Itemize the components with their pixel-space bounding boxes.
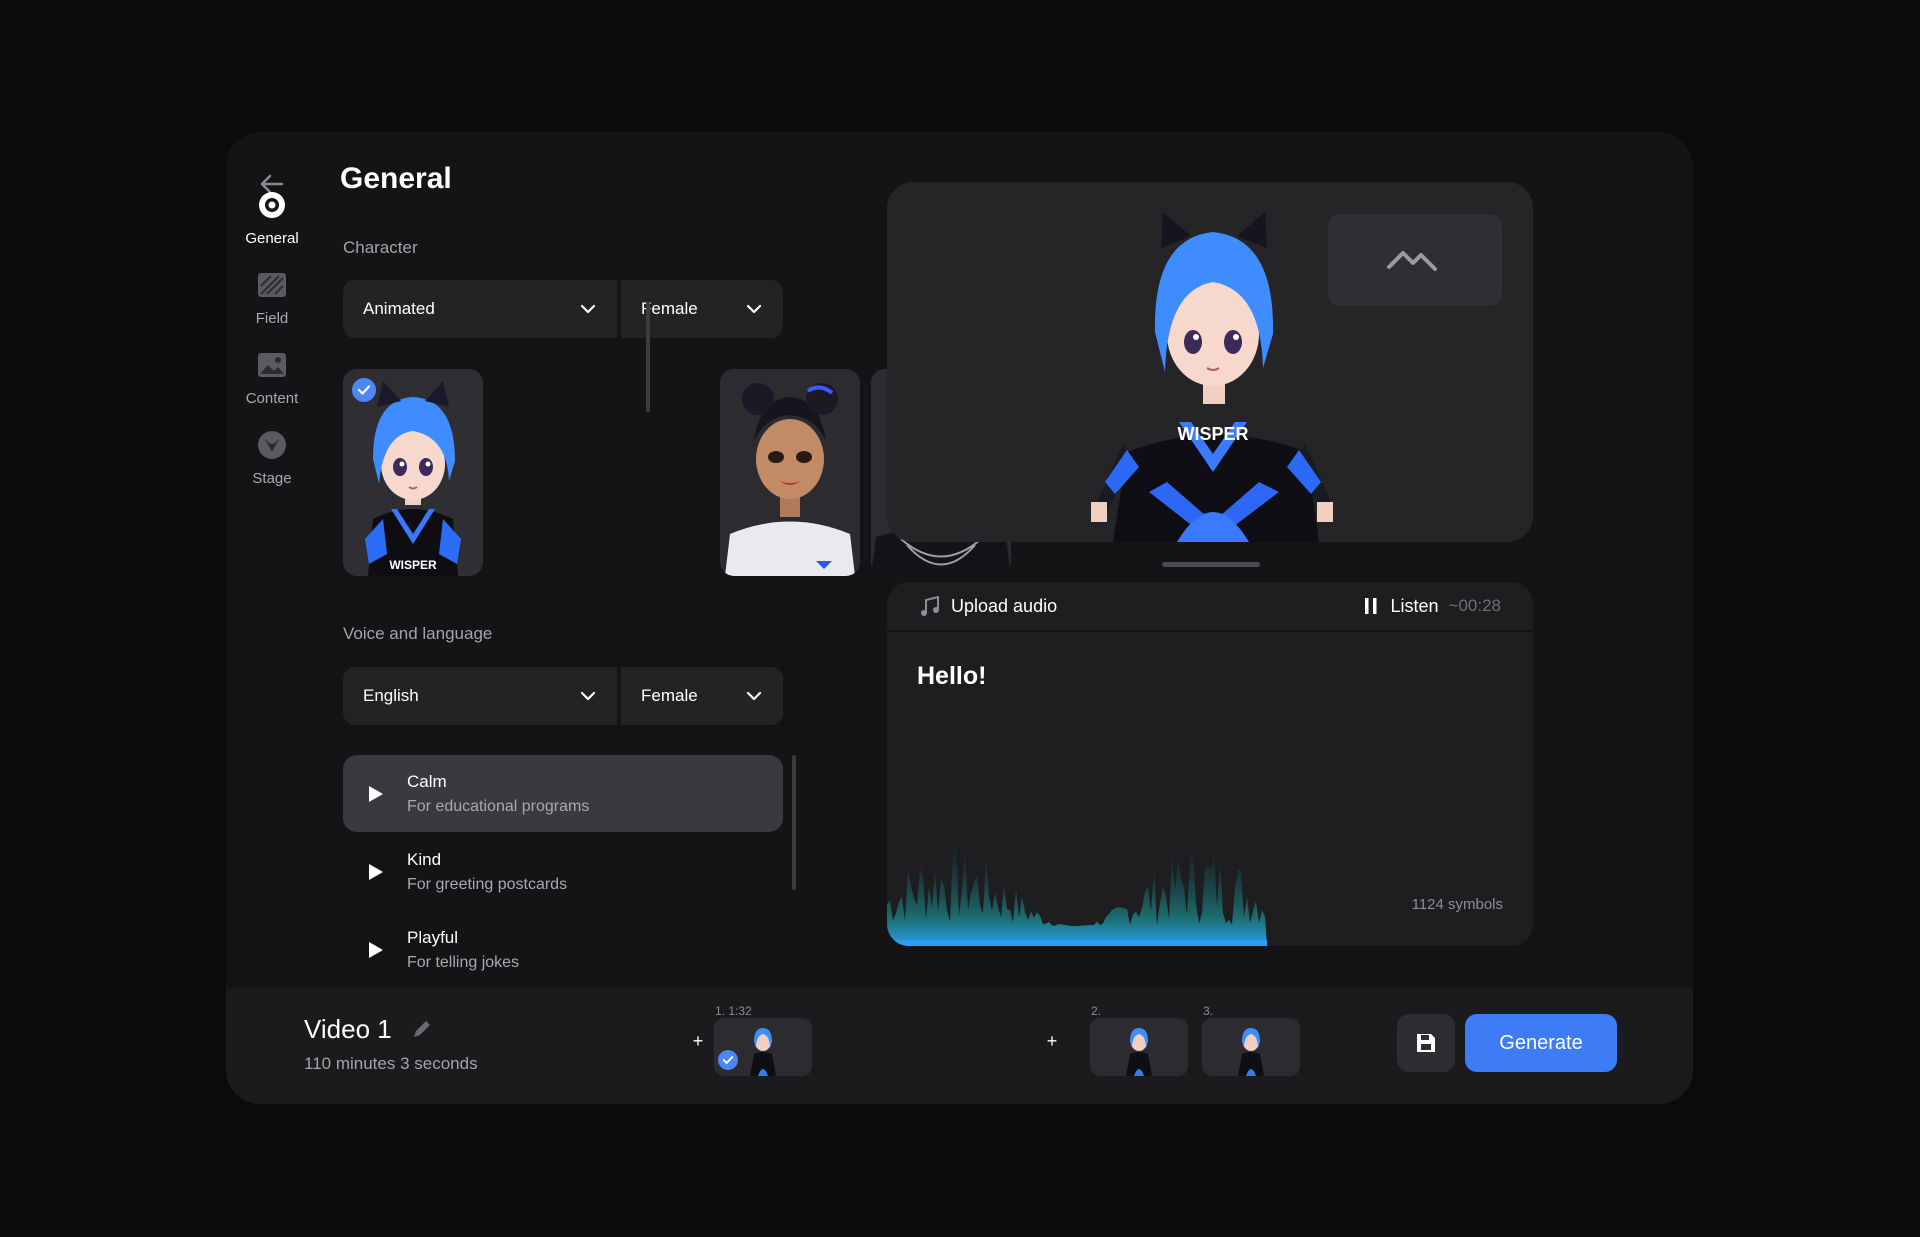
music-note-icon (921, 595, 939, 616)
play-icon[interactable] (365, 862, 385, 882)
voice-subtitle: For greeting postcards (407, 875, 568, 893)
scene-2-image (1090, 1018, 1188, 1076)
audio-toolbar: Upload audio Listen ~00:28 (887, 582, 1533, 632)
voice-scrollbar[interactable] (792, 755, 796, 890)
stage-icon (255, 428, 289, 462)
audio-waveform (887, 844, 1267, 946)
character-style-select[interactable]: Animated (343, 280, 617, 338)
voice-title: Kind (407, 849, 442, 869)
floppy-disk-icon (1417, 1034, 1435, 1052)
bottom-bar: Video 1 110 minutes 3 seconds + 1. 1:32 … (226, 988, 1693, 1104)
scene-thumbnail-2[interactable] (1090, 1018, 1188, 1076)
voice-section-label: Voice and language (343, 624, 493, 643)
language-select[interactable]: English (343, 667, 617, 725)
collapse-preview-button[interactable] (1328, 214, 1502, 306)
avatar-card-1[interactable]: WISPER (343, 369, 483, 576)
scene-number: 2. (1091, 1004, 1102, 1018)
chevron-up-icon (1387, 251, 1437, 271)
play-icon[interactable] (365, 784, 385, 804)
nav-item-content[interactable]: Content (226, 348, 318, 407)
voice-gender-select[interactable]: Female (621, 667, 783, 725)
video-title: Video 1 (304, 1014, 432, 1045)
nav-label: Field (255, 310, 289, 327)
voice-subtitle: For educational programs (407, 797, 590, 815)
nav-label: Content (245, 390, 299, 407)
play-icon[interactable] (365, 940, 385, 960)
selected-check-icon (352, 378, 376, 402)
voice-subtitle: For telling jokes (407, 953, 520, 971)
generate-button[interactable]: Generate (1465, 1014, 1617, 1072)
select-value: English (363, 686, 419, 705)
add-scene-before-icon[interactable]: + (689, 1032, 707, 1050)
nav-item-field[interactable]: Field (226, 268, 318, 327)
character-section-label: Character (343, 238, 418, 257)
texture-icon (255, 268, 289, 302)
listen-button[interactable]: Listen ~00:28 (1360, 595, 1501, 617)
upload-audio-label: Upload audio (951, 595, 1058, 616)
scene-number: 3. (1203, 1004, 1214, 1018)
save-button[interactable] (1397, 1014, 1455, 1072)
page-title: General (340, 162, 452, 195)
character-preview: WISPER (887, 182, 1533, 542)
voice-title: Calm (407, 771, 447, 791)
script-panel: Upload audio Listen ~00:28 Hello! 1124 s… (887, 582, 1533, 946)
voice-option-playful[interactable]: Playful For telling jokes (343, 911, 783, 988)
nav-label: Stage (252, 470, 292, 487)
avatar-card-2[interactable] (720, 369, 860, 576)
upload-audio-button[interactable]: Upload audio (919, 595, 1057, 617)
scene-number: 1. 1:32 (715, 1004, 752, 1018)
symbol-count: 1124 symbols (1411, 896, 1503, 913)
select-value: Animated (363, 299, 435, 318)
voice-title: Playful (407, 927, 459, 947)
voice-option-kind[interactable]: Kind For greeting postcards (343, 833, 783, 910)
nav-item-general[interactable]: General (226, 188, 318, 247)
svg-text:WISPER: WISPER (389, 558, 437, 572)
resize-handle[interactable] (1162, 562, 1260, 567)
script-text[interactable]: Hello! (917, 662, 986, 691)
video-duration: 110 minutes 3 seconds (304, 1054, 478, 1073)
chevron-down-icon (746, 304, 762, 314)
nav-item-stage[interactable]: Stage (226, 428, 318, 487)
image-icon (255, 348, 289, 382)
character-scrollbar[interactable] (646, 302, 650, 412)
chevron-down-icon (580, 304, 596, 314)
selected-check-icon (718, 1050, 738, 1070)
scene-thumbnail-1[interactable] (714, 1018, 812, 1076)
video-title-text[interactable]: Video 1 (304, 1014, 392, 1045)
shirt-text: WISPER (1177, 424, 1248, 444)
chevron-down-icon (580, 691, 596, 701)
scene-thumbnail-3[interactable] (1202, 1018, 1300, 1076)
buns-avatar-image (720, 369, 860, 576)
chevron-down-icon (746, 691, 762, 701)
voice-option-calm[interactable]: Calm For educational programs (343, 755, 783, 832)
pencil-icon[interactable] (410, 1019, 432, 1041)
listen-label: Listen (1390, 595, 1439, 616)
scene-3-image (1202, 1018, 1300, 1076)
audio-duration: ~00:28 (1448, 596, 1501, 615)
pause-icon (1365, 598, 1377, 614)
gear-icon (255, 188, 289, 222)
select-value: Female (641, 686, 698, 705)
nav-label: General (245, 230, 299, 247)
app-window: General Field Content Stage General Char… (226, 132, 1693, 1104)
add-scene-after-icon[interactable]: + (1043, 1032, 1061, 1050)
